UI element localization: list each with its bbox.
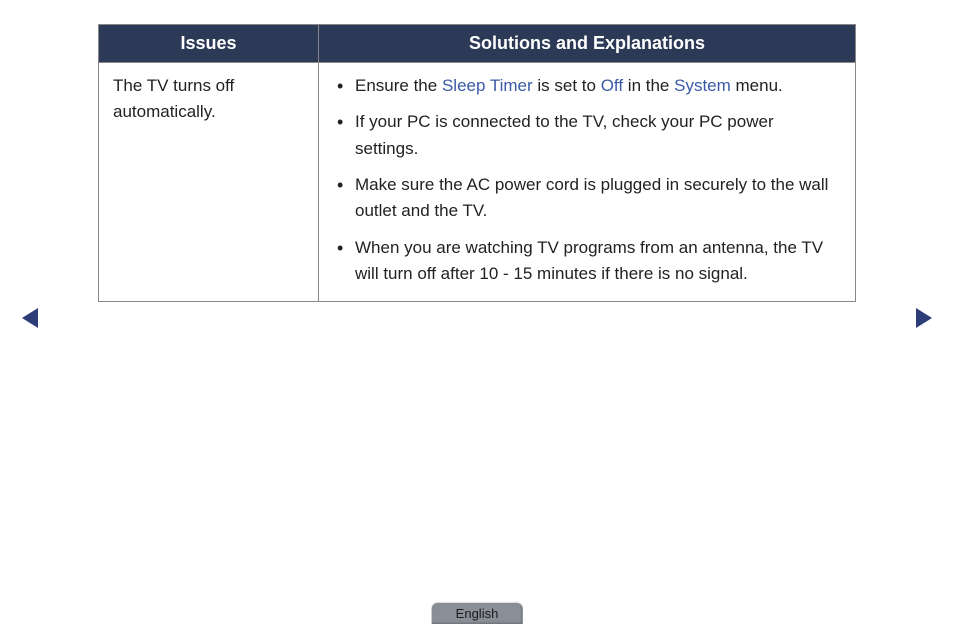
issue-cell: The TV turns off automatically. <box>99 63 319 302</box>
table-row: The TV turns off automatically. Ensure t… <box>99 63 856 302</box>
text-segment: Ensure the <box>355 76 442 95</box>
solution-item: Make sure the AC power cord is plugged i… <box>333 172 841 225</box>
text-segment: menu. <box>731 76 783 95</box>
language-tab[interactable]: English <box>432 603 523 624</box>
header-issues: Issues <box>99 25 319 63</box>
next-page-arrow-icon[interactable] <box>916 308 932 328</box>
solution-item: Ensure the Sleep Timer is set to Off in … <box>333 73 841 99</box>
header-solutions: Solutions and Explanations <box>319 25 856 63</box>
previous-page-arrow-icon[interactable] <box>22 308 38 328</box>
solutions-cell: Ensure the Sleep Timer is set to Off in … <box>319 63 856 302</box>
text-segment: in the <box>623 76 674 95</box>
troubleshooting-table: Issues Solutions and Explanations The TV… <box>98 24 856 302</box>
solution-item: If your PC is connected to the TV, check… <box>333 109 841 162</box>
link-off: Off <box>601 76 623 95</box>
link-sleep-timer: Sleep Timer <box>442 76 533 95</box>
solution-item: When you are watching TV programs from a… <box>333 235 841 288</box>
link-system: System <box>674 76 731 95</box>
text-segment: is set to <box>533 76 601 95</box>
